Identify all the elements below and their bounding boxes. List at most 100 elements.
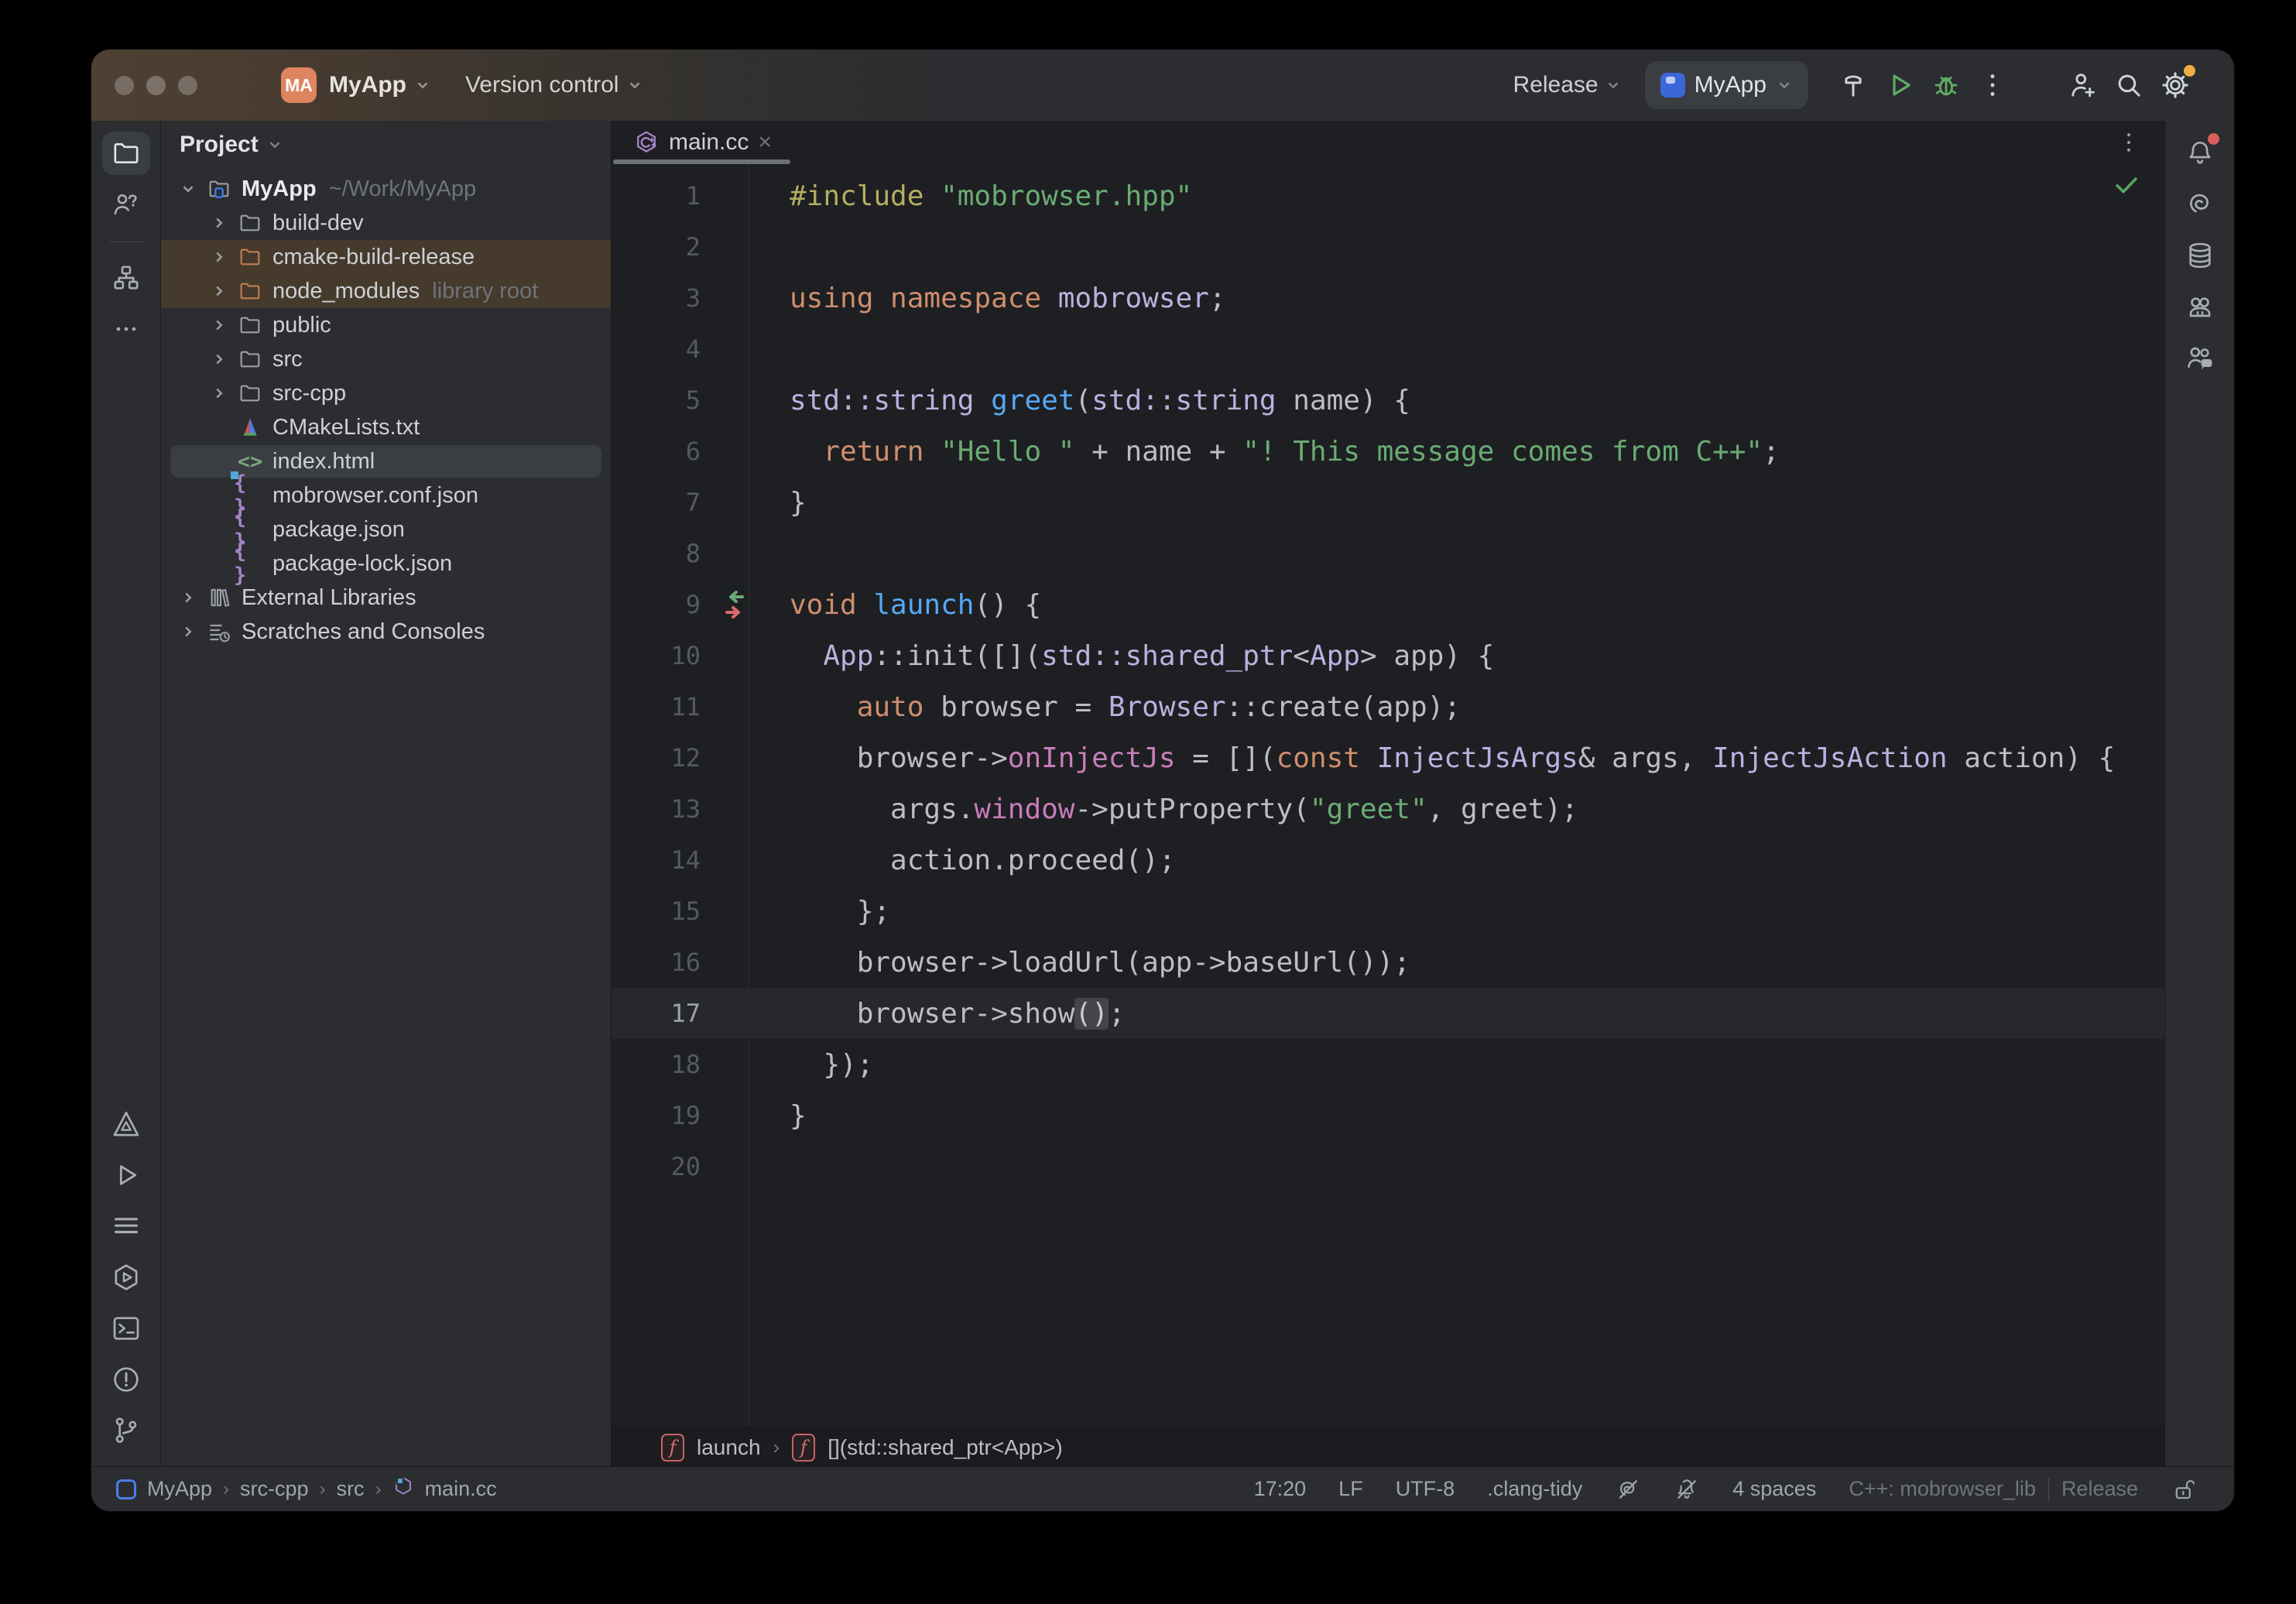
code-line-19[interactable]: 19} [612,1090,2164,1141]
more-actions-button[interactable] [1969,62,2016,108]
project-menu[interactable]: MyApp [329,72,431,98]
code-with-me-button[interactable] [2059,62,2106,108]
chevron-right-icon[interactable] [204,248,234,266]
statusbar-17-20[interactable]: 17:20 [1254,1477,1307,1501]
tree-item-myapp[interactable]: MyApp~/Work/MyApp [161,172,611,206]
add-user-icon [2066,69,2099,101]
code-line-20[interactable]: 20 [612,1141,2164,1192]
tree-item-build-dev[interactable]: build-dev [161,206,611,240]
statusbar--clang-tidy[interactable]: .clang-tidy [1487,1477,1582,1501]
zoom-window-button[interactable] [178,76,197,95]
code-line-18[interactable]: 18 }); [612,1039,2164,1090]
database-button[interactable] [2176,234,2224,277]
statusbar-release[interactable]: Release [2061,1477,2138,1501]
kebab-menu-icon [2115,129,2143,156]
tree-item-cmakelists-txt[interactable]: CMakeLists.txt [161,410,611,444]
gutter-nav-arrows-icon[interactable] [715,585,755,632]
close-tab-icon[interactable]: × [758,129,772,156]
code-line-4[interactable]: 4 [612,324,2164,375]
terminal-toolwindow-button[interactable] [102,1307,150,1350]
tree-item-public[interactable]: public [161,308,611,342]
build-button[interactable] [1830,62,1876,108]
tree-item-src-cpp[interactable]: src-cpp [161,376,611,410]
close-window-button[interactable] [115,76,134,95]
code-line-3[interactable]: 3using namespace mobrowser; [612,272,2164,324]
code-line-9[interactable]: 9void launch() { [612,579,2164,630]
highlighting-off-icon[interactable] [1615,1476,1641,1503]
statusbar-4-spaces[interactable]: 4 spaces [1732,1477,1816,1501]
code-line-14[interactable]: 14 action.proceed(); [612,835,2164,886]
breadcrumb-item[interactable]: launch [697,1435,761,1460]
tree-item-src[interactable]: src [161,342,611,376]
minimize-window-button[interactable] [146,76,166,95]
line-number: 5 [612,386,701,415]
chevron-right-icon[interactable] [204,385,234,402]
build-type-selector[interactable]: Release [1513,72,1622,98]
code-line-8[interactable]: 8 [612,528,2164,579]
tree-item-package-lock-json[interactable]: { }package-lock.json [161,547,611,581]
project-toolwindow-button[interactable] [102,132,150,175]
path-item-src[interactable]: src [337,1477,365,1501]
statusbar-breadcrumb[interactable]: MyApp›src-cpp›src›main.cc [116,1475,497,1503]
code-line-12[interactable]: 12 browser->onInjectJs = [](const Inject… [612,732,2164,783]
build-toolwindow-button[interactable] [102,1205,150,1248]
tree-item-package-json[interactable]: { }package.json [161,512,611,547]
code-editor[interactable]: 1#include "mobrowser.hpp"23using namespa… [612,164,2164,1427]
cmake-toolwindow-button[interactable] [102,1102,150,1146]
code-line-6[interactable]: 6 return "Hello " + name + "! This messa… [612,426,2164,477]
services-toolwindow-button[interactable] [102,1256,150,1299]
statusbar-utf-8[interactable]: UTF-8 [1396,1477,1455,1501]
ai-assistant-off-icon[interactable] [1674,1476,1700,1503]
tree-item-external-libraries[interactable]: External Libraries [161,581,611,615]
tree-item-scratches-and-consoles[interactable]: Scratches and Consoles [161,615,611,649]
path-item-myapp[interactable]: MyApp [147,1477,212,1501]
breadcrumb-item[interactable]: [](std::shared_ptr<App>) [828,1435,1063,1460]
code-line-13[interactable]: 13 args.window->putProperty("greet", gre… [612,783,2164,835]
run-configuration-selector[interactable]: MyApp [1645,61,1808,109]
chevron-right-icon[interactable] [204,317,234,334]
path-item-main-cc[interactable]: main.cc [425,1477,497,1501]
search-everywhere-button[interactable] [2106,62,2152,108]
path-item-src-cpp[interactable]: src-cpp [240,1477,309,1501]
version-control-menu[interactable]: Version control [465,72,643,98]
tree-item-cmake-build-release[interactable]: cmake-build-release [161,240,611,274]
code-line-16[interactable]: 16 browser->loadUrl(app->baseUrl()); [612,937,2164,988]
code-line-2[interactable]: 2 [612,221,2164,272]
chevron-right-icon[interactable] [204,283,234,300]
run-toolwindow-button[interactable] [102,1153,150,1197]
unlocked-icon[interactable] [2171,1476,2197,1503]
code-line-5[interactable]: 5std::string greet(std::string name) { [612,375,2164,426]
code-line-15[interactable]: 15 }; [612,886,2164,937]
debug-button[interactable] [1923,62,1969,108]
chevron-right-icon[interactable] [204,351,234,368]
code-line-10[interactable]: 10 App::init([](std::shared_ptr<App> app… [612,630,2164,681]
code-line-11[interactable]: 11 auto browser = Browser::create(app); [612,681,2164,732]
statusbar-c-mobrowser-lib[interactable]: C++: mobrowser_lib [1849,1477,2036,1501]
chevron-right-icon[interactable] [173,589,203,606]
tree-item-mobrowser-conf-json[interactable]: { }mobrowser.conf.json [161,478,611,512]
code-line-1[interactable]: 1#include "mobrowser.hpp" [612,170,2164,221]
run-button[interactable] [1876,62,1923,108]
tree-item-index-html[interactable]: <>index.html [161,444,611,478]
chevron-down-icon[interactable] [173,180,203,197]
code-line-17[interactable]: 17 browser->show(); [612,988,2164,1039]
code-line-7[interactable]: 7} [612,477,2164,528]
ai-assistant-button[interactable] [2176,183,2224,226]
problems-toolwindow-button[interactable] [102,1358,150,1401]
tab-main-cc[interactable]: main.cc × [612,121,792,164]
settings-button[interactable] [2152,62,2198,108]
more-toolwindows-button[interactable] [102,307,150,351]
notifications-button[interactable] [2176,132,2224,175]
function-badge-icon: f [661,1434,684,1462]
chevron-down-icon[interactable] [266,136,283,153]
editor-options-button[interactable] [2115,129,2143,160]
structure-toolwindow-button[interactable] [102,256,150,300]
vcs-toolwindow-button[interactable] [102,1409,150,1452]
code-with-me-button[interactable] [2176,336,2224,379]
gradle-button[interactable] [2176,285,2224,328]
tree-item-node-modules[interactable]: node_moduleslibrary root [161,274,611,308]
statusbar-lf[interactable]: LF [1338,1477,1363,1501]
chevron-right-icon[interactable] [204,214,234,231]
chevron-right-icon[interactable] [173,623,203,640]
collab-toolwindow-button[interactable] [102,183,150,226]
